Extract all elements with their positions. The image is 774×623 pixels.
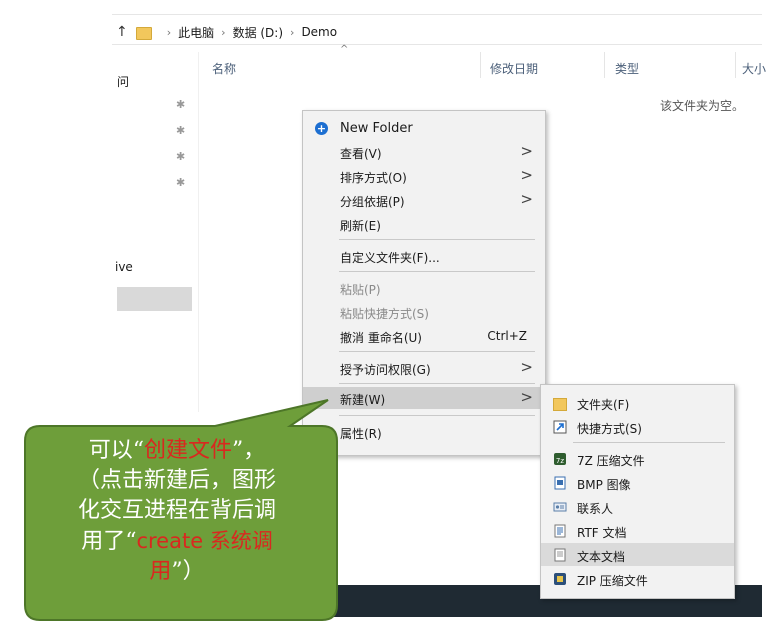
callout-line-5: 用”） — [149, 559, 205, 584]
callout-line-2: （点击新建后，图形 — [77, 468, 276, 493]
callout-line-1: 可以“创建文件”， — [88, 438, 266, 463]
callout-line-3: 化交互进程在背后调 — [77, 498, 276, 523]
callout-line-4: 用了“create 系统调 — [81, 529, 273, 554]
callout-text: 可以“创建文件”， （点击新建后，图形 化交互进程在背后调 用了“create … — [28, 436, 326, 587]
